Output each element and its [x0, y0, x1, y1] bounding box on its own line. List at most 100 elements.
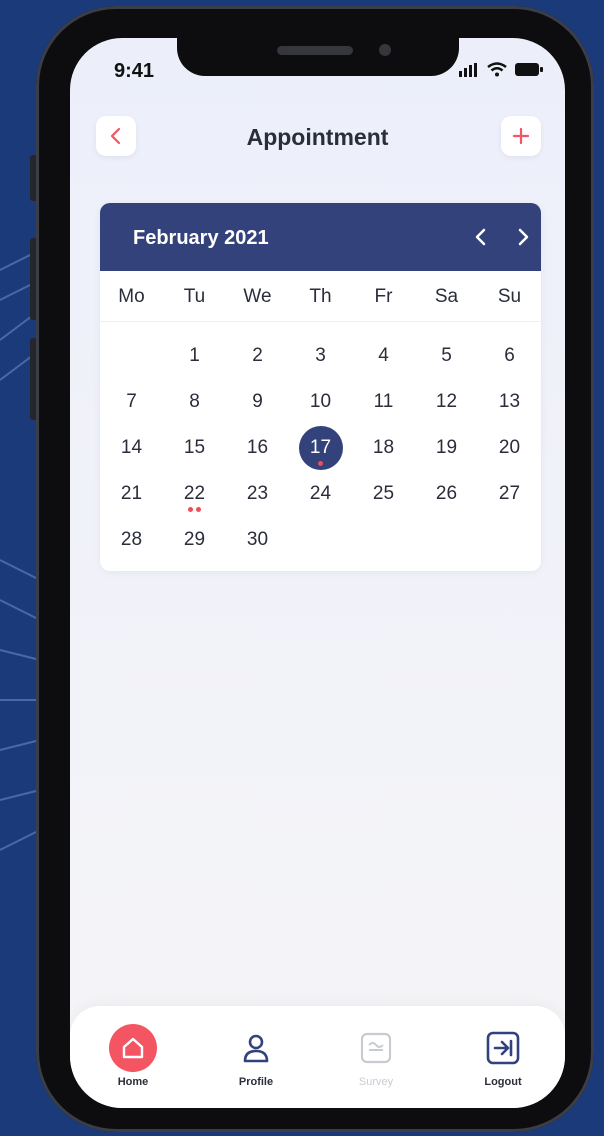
calendar-day[interactable]: 8	[163, 380, 226, 424]
day-number: 19	[435, 437, 458, 458]
calendar-day[interactable]: 29	[163, 518, 226, 562]
signal-icon	[459, 62, 477, 77]
calendar-day[interactable]: 27	[478, 472, 541, 516]
calendar-empty-cell	[415, 518, 478, 562]
day-number: 1	[189, 345, 200, 366]
calendar-day[interactable]: 21	[100, 472, 163, 516]
phone-notch	[177, 16, 459, 76]
home-button-circle	[109, 1024, 157, 1072]
speaker-grille	[277, 46, 353, 55]
calendar-week-row: 14 15 16 17 18 19 20	[100, 425, 541, 471]
calendar-grid: 1 2 3 4 5 6 7 8 9 10 11 12 13 14 15 16 17 18 19 20 21 22 23 24 2…	[100, 322, 541, 563]
prev-month-button[interactable]	[469, 225, 493, 249]
calendar-day[interactable]: 2	[226, 334, 289, 378]
day-number: 26	[435, 483, 458, 504]
calendar-day[interactable]: 19	[415, 426, 478, 470]
calendar-day[interactable]: 4	[352, 334, 415, 378]
calendar-day[interactable]: 6	[478, 334, 541, 378]
weekday-label: We	[243, 286, 272, 307]
calendar-day[interactable]: 22	[163, 472, 226, 516]
calendar-day[interactable]: 7	[100, 380, 163, 424]
day-number: 28	[120, 529, 143, 550]
event-marker-dot	[196, 507, 201, 512]
day-number: 4	[378, 345, 389, 366]
nav-label: Home	[117, 1076, 149, 1088]
month-label: February 2021	[133, 227, 269, 249]
day-number: 6	[504, 345, 515, 366]
nav-survey[interactable]: Survey	[336, 1024, 416, 1088]
calendar-header: February 2021	[100, 203, 541, 271]
day-number: 8	[189, 391, 200, 412]
day-number: 27	[498, 483, 521, 504]
day-number: 17	[309, 437, 332, 458]
calendar-empty-cell	[100, 334, 163, 378]
nav-label: Profile	[238, 1076, 274, 1088]
day-number: 25	[372, 483, 395, 504]
day-number: 11	[373, 391, 394, 412]
calendar-day[interactable]: 5	[415, 334, 478, 378]
day-number: 10	[309, 391, 332, 412]
calendar-day[interactable]: 9	[226, 380, 289, 424]
calendar-week-row: 7 8 9 10 11 12 13	[100, 379, 541, 425]
bottom-nav: Home Profile Survey Logout	[70, 1006, 565, 1108]
weekday-label: Fr	[374, 286, 393, 307]
day-number: 5	[441, 345, 452, 366]
day-number: 29	[183, 529, 206, 550]
nav-profile[interactable]: Profile	[216, 1024, 296, 1088]
calendar-empty-cell	[289, 518, 352, 562]
weekday-label: Su	[497, 286, 522, 307]
day-number: 2	[252, 345, 263, 366]
calendar-week-row: 28 29 30	[100, 517, 541, 563]
calendar-week-row: 21 22 23 24 25 26 27	[100, 471, 541, 517]
home-icon	[122, 1037, 144, 1059]
calendar-day[interactable]: 10	[289, 380, 352, 424]
weekday-label: Th	[309, 286, 332, 307]
weekday-label: Mo	[118, 286, 145, 307]
calendar-day[interactable]: 26	[415, 472, 478, 516]
calendar-day[interactable]: 18	[352, 426, 415, 470]
day-number: 21	[120, 483, 143, 504]
nav-label: Logout	[484, 1076, 522, 1088]
user-icon	[243, 1034, 269, 1063]
nav-home[interactable]: Home	[93, 1024, 173, 1088]
day-number: 7	[126, 391, 137, 412]
calendar-day[interactable]: 1	[163, 334, 226, 378]
phone-screen: 9:41 Appointment February 2021 Mo Tu We …	[70, 38, 565, 1108]
calendar-day[interactable]: 13	[478, 380, 541, 424]
calendar-day[interactable]: 16	[226, 426, 289, 470]
calendar-day[interactable]: 28	[100, 518, 163, 562]
event-marker-dot	[188, 507, 193, 512]
calendar-day[interactable]: 20	[478, 426, 541, 470]
calendar-day[interactable]: 30	[226, 518, 289, 562]
nav-label: Survey	[358, 1076, 394, 1088]
page-title: Appointment	[246, 124, 389, 150]
event-marker-dot	[318, 461, 323, 466]
calendar-day[interactable]: 12	[415, 380, 478, 424]
calendar-day[interactable]: 3	[289, 334, 352, 378]
calendar-day[interactable]: 14	[100, 426, 163, 470]
calendar-day[interactable]: 11	[352, 380, 415, 424]
day-number: 22	[183, 483, 206, 504]
calendar-empty-cell	[352, 518, 415, 562]
day-number: 16	[246, 437, 269, 458]
calendar-day[interactable]: 25	[352, 472, 415, 516]
calendar-empty-cell	[478, 518, 541, 562]
nav-logout[interactable]: Logout	[463, 1024, 543, 1088]
add-appointment-button[interactable]	[501, 116, 541, 156]
weekday-label: Sa	[434, 286, 459, 307]
next-month-button[interactable]	[511, 225, 535, 249]
calendar-week-row: 1 2 3 4 5 6	[100, 333, 541, 379]
calendar-day[interactable]: 23	[226, 472, 289, 516]
calendar-day[interactable]: 24	[289, 472, 352, 516]
calendar-day-selected[interactable]: 17	[289, 426, 352, 470]
day-number: 15	[183, 437, 206, 458]
day-number: 23	[246, 483, 269, 504]
weekday-label: Tu	[183, 286, 206, 307]
front-camera	[379, 44, 391, 56]
status-icons	[459, 62, 543, 77]
day-number: 12	[435, 391, 458, 412]
calendar-day[interactable]: 15	[163, 426, 226, 470]
calendar: February 2021 Mo Tu We Th Fr Sa Su 12345…	[100, 203, 541, 571]
day-number: 3	[315, 345, 326, 366]
plus-icon	[512, 127, 530, 145]
